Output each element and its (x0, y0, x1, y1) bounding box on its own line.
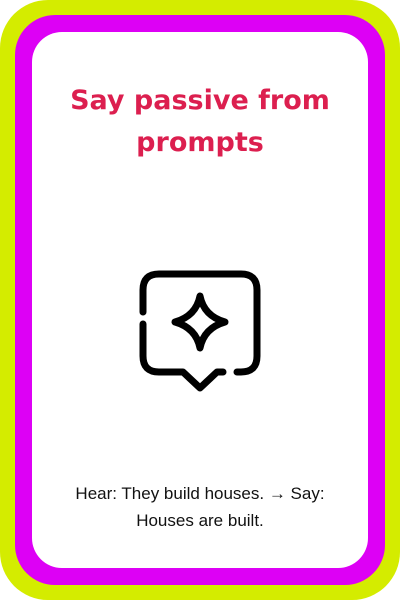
sparkle-chat-bubble-icon (137, 268, 263, 394)
card-title: Say passive from prompts (70, 85, 330, 158)
prompt-text: Hear: They build houses. → Say: Houses a… (75, 484, 325, 530)
